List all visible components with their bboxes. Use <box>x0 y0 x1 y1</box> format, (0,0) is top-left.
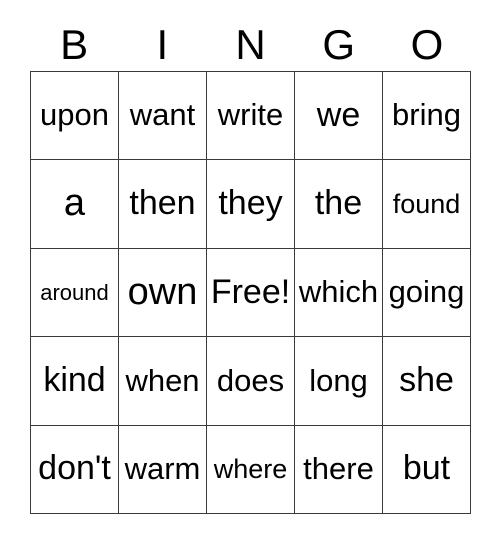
bingo-cell-b4[interactable]: kind <box>31 337 119 426</box>
bingo-cell-label: a <box>63 182 86 225</box>
bingo-cell-g5[interactable]: there <box>295 425 383 515</box>
bingo-header-row: B I N G O <box>30 18 471 71</box>
bingo-cell-label: she <box>399 361 454 400</box>
bingo-header-letter-label: N <box>235 20 266 68</box>
bingo-cell-label: going <box>388 274 465 310</box>
bingo-card: B I N G O upon want write we bring a the… <box>0 0 500 544</box>
bingo-cell-o4[interactable]: she <box>383 337 471 426</box>
bingo-cell-label: the <box>314 184 363 223</box>
bingo-cell-n1[interactable]: write <box>207 72 295 161</box>
bingo-cell-label: own <box>127 270 198 313</box>
bingo-free-space-label: Free! <box>210 272 291 311</box>
bingo-row: don't warm where there but <box>31 425 471 515</box>
bingo-cell-n5[interactable]: where <box>207 425 295 515</box>
bingo-cell-b1[interactable]: upon <box>31 72 119 161</box>
bingo-header-letter-i: I <box>118 18 206 71</box>
bingo-cell-o2[interactable]: found <box>383 160 471 249</box>
bingo-row: kind when does long she <box>31 337 471 426</box>
bingo-cell-label: write <box>217 97 284 133</box>
bingo-cell-i2[interactable]: then <box>119 160 207 249</box>
bingo-cell-o1[interactable]: bring <box>383 72 471 161</box>
bingo-cell-g3[interactable]: which <box>295 248 383 338</box>
bingo-cell-i1[interactable]: want <box>119 72 207 161</box>
bingo-header-letter-n: N <box>206 18 294 71</box>
bingo-cell-label: don't <box>38 449 111 488</box>
bingo-cell-label: then <box>129 184 196 223</box>
bingo-cell-b5[interactable]: don't <box>31 425 119 515</box>
bingo-cell-n2[interactable]: they <box>207 160 295 249</box>
bingo-cell-o3[interactable]: going <box>383 248 471 338</box>
bingo-header-letter-label: O <box>410 20 444 68</box>
bingo-header-letter-g: G <box>295 18 383 71</box>
bingo-header-letter-label: G <box>322 20 356 68</box>
bingo-row: upon want write we bring <box>31 72 471 161</box>
bingo-row: around own Free! which going <box>31 248 471 338</box>
bingo-cell-label: which <box>298 274 379 310</box>
bingo-cell-g2[interactable]: the <box>295 160 383 249</box>
bingo-cell-label: does <box>216 362 285 398</box>
bingo-cell-label: where <box>213 454 288 485</box>
bingo-cell-i3[interactable]: own <box>119 248 207 338</box>
bingo-cell-i4[interactable]: when <box>119 337 207 426</box>
bingo-cell-label: kind <box>43 361 106 400</box>
bingo-grid: upon want write we bring a then they the… <box>30 71 471 515</box>
bingo-cell-label: bring <box>392 97 461 133</box>
bingo-cell-label: when <box>125 362 200 398</box>
bingo-cell-b3[interactable]: around <box>31 248 119 338</box>
bingo-cell-label: but <box>402 449 451 488</box>
bingo-cell-label: warm <box>124 451 201 487</box>
bingo-cell-b2[interactable]: a <box>31 160 119 249</box>
bingo-cell-free-space[interactable]: Free! <box>207 248 295 338</box>
bingo-header-letter-label: I <box>156 20 169 68</box>
bingo-cell-label: want <box>129 97 196 133</box>
bingo-cell-g1[interactable]: we <box>295 72 383 161</box>
bingo-header-letter-b: B <box>30 18 118 71</box>
bingo-cell-label: we <box>316 95 361 134</box>
bingo-header-letter-label: B <box>60 20 89 68</box>
bingo-cell-n4[interactable]: does <box>207 337 295 426</box>
bingo-cell-label: they <box>218 184 283 223</box>
bingo-row: a then they the found <box>31 160 471 249</box>
bingo-cell-i5[interactable]: warm <box>119 425 207 515</box>
bingo-cell-label: found <box>392 188 461 219</box>
bingo-cell-o5[interactable]: but <box>383 425 471 515</box>
bingo-cell-label: upon <box>40 97 109 133</box>
bingo-cell-label: long <box>309 362 368 398</box>
bingo-cell-label: around <box>40 279 109 305</box>
bingo-header-letter-o: O <box>383 18 471 71</box>
bingo-cell-label: there <box>303 451 374 487</box>
bingo-cell-g4[interactable]: long <box>295 337 383 426</box>
